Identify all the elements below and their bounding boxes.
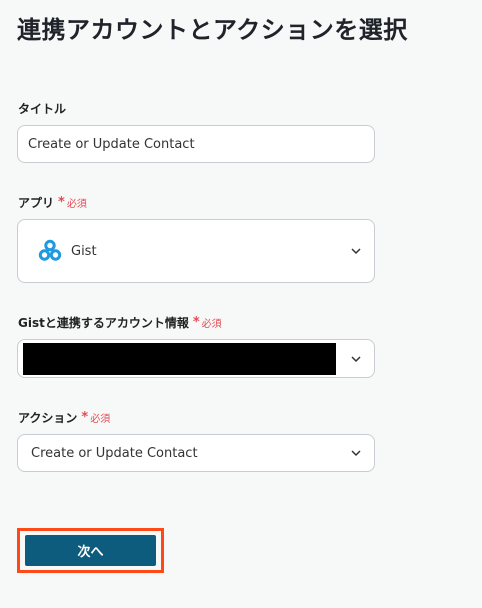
action-field-label: アクション * 必須: [18, 409, 110, 426]
required-asterisk: *: [58, 195, 65, 210]
required-text: 必須: [201, 319, 222, 330]
required-text: 必須: [90, 414, 111, 425]
chevron-down-icon[interactable]: [350, 447, 362, 459]
redacted-account-value: [23, 343, 336, 375]
next-button[interactable]: 次へ: [25, 535, 156, 566]
action-label-text: アクション: [18, 411, 78, 425]
page-title: 連携アカウントとアクションを選択: [17, 16, 408, 44]
account-select[interactable]: [17, 339, 375, 378]
app-label-text: アプリ: [18, 196, 55, 210]
title-label-text: タイトル: [18, 102, 67, 116]
required-text: 必須: [66, 199, 87, 210]
action-select-value: Create or Update Contact: [31, 445, 198, 461]
chevron-down-icon[interactable]: [350, 353, 362, 365]
required-asterisk: *: [192, 315, 200, 330]
gist-logo-icon: [38, 239, 62, 261]
title-field-label: タイトル: [18, 100, 66, 117]
app-select-value: Gist: [71, 243, 97, 259]
required-asterisk: *: [81, 410, 89, 425]
account-label-text: Gistと連携するアカウント情報: [18, 316, 189, 330]
title-input-value: Create or Update Contact: [28, 136, 195, 152]
app-select[interactable]: Gist: [17, 219, 375, 283]
account-field-label: Gistと連携するアカウント情報 * 必須: [18, 314, 222, 331]
action-select[interactable]: Create or Update Contact: [17, 434, 375, 472]
title-input[interactable]: Create or Update Contact: [17, 125, 375, 163]
app-field-label: アプリ * 必須: [18, 194, 87, 211]
next-button-highlight: 次へ: [17, 528, 164, 573]
chevron-down-icon[interactable]: [350, 245, 362, 257]
